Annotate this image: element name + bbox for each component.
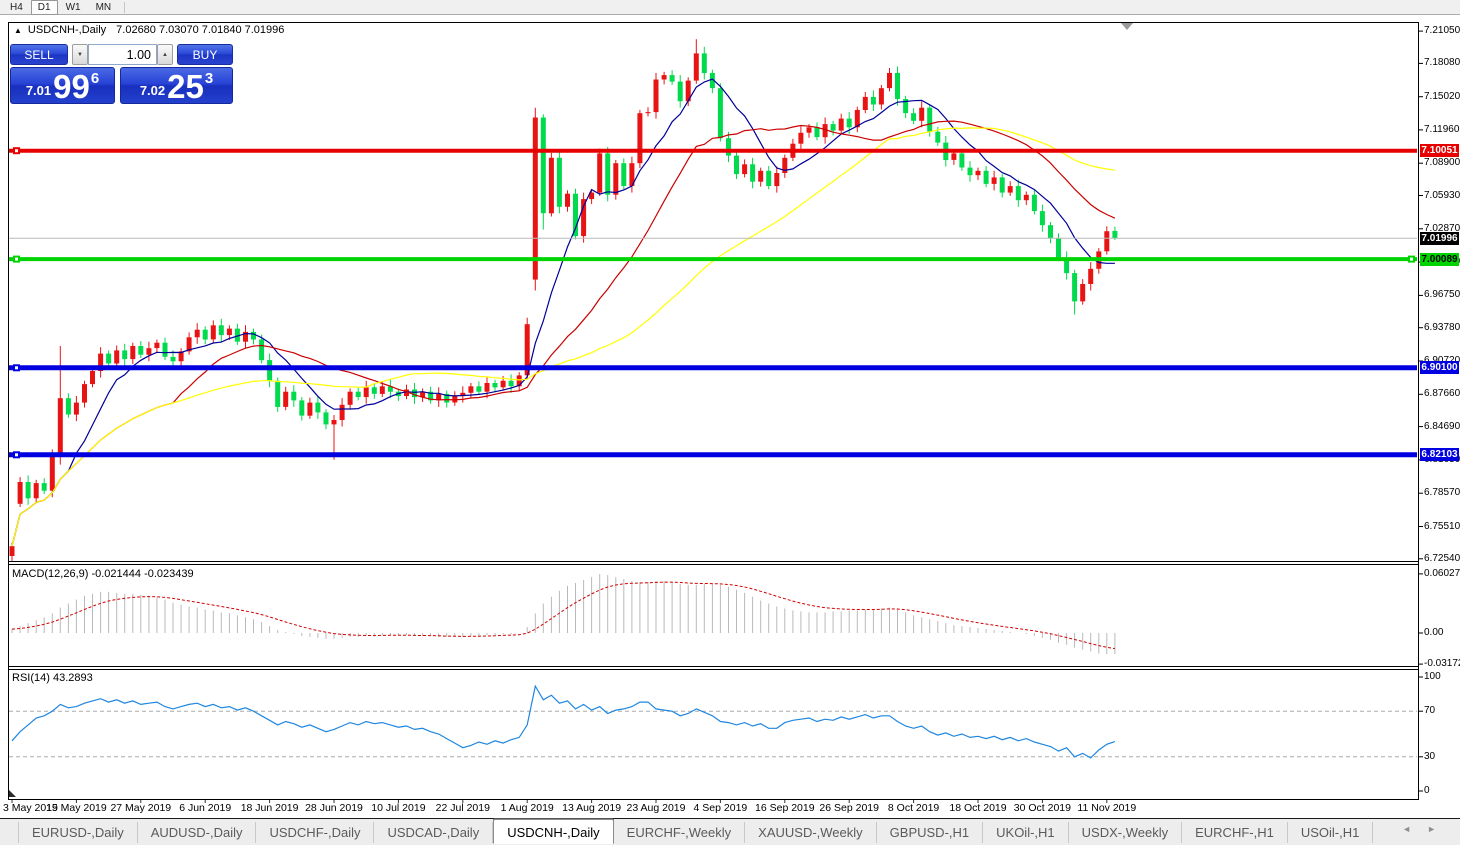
one-click-trading-panel: SELL ▼ 1.00 ▲ BUY 7.01 99 6 7.02 25 3 (10, 44, 233, 104)
sell-price-pips: 99 (53, 72, 90, 102)
date-tick-label: 27 May 2019 (110, 802, 171, 814)
ohlc-values: 7.02680 7.03070 7.01840 7.01996 (116, 24, 284, 36)
macd-tick-label: -0.031723 (1424, 658, 1460, 669)
date-tick-label: 15 May 2019 (46, 802, 107, 814)
buy-price-point: 3 (205, 70, 213, 87)
date-tick-label: 23 Aug 2019 (627, 802, 686, 814)
chart-tab[interactable]: USDCHF-,Daily (256, 822, 374, 843)
buy-price-panel[interactable]: 7.02 25 3 (120, 67, 233, 104)
price-badge: 6.82103 (1420, 448, 1459, 461)
chart-tabs-bar: EURUSD-,DailyAUDUSD-,DailyUSDCHF-,DailyU… (0, 819, 1460, 845)
rsi-indicator-label: RSI(14) 43.2893 (12, 672, 93, 684)
price-badge: 7.00089 (1420, 253, 1459, 266)
price-tick-label: 6.93780 (1424, 322, 1460, 333)
symbol-timeframe-label: USDCNH-,Daily (28, 24, 106, 36)
sell-price-point: 6 (91, 70, 99, 87)
volume-input[interactable]: 1.00 (88, 44, 157, 65)
price-badge: 7.10051 (1420, 144, 1459, 157)
chart-tab[interactable]: GBPUSD-,H1 (877, 822, 983, 843)
price-tick-label: 7.15020 (1424, 91, 1460, 102)
date-tick-label: 28 Jun 2019 (305, 802, 363, 814)
price-tick-label: 7.08900 (1424, 157, 1460, 168)
chart-tab[interactable]: UKOil-,H1 (983, 822, 1069, 843)
chart-frame (8, 22, 1419, 800)
date-tick-label: 18 Oct 2019 (949, 802, 1006, 814)
rsi-tick-label: 30 (1424, 751, 1435, 762)
buy-price-pips: 25 (167, 72, 204, 102)
date-tick-label: 16 Sep 2019 (755, 802, 815, 814)
date-tick-label: 8 Oct 2019 (888, 802, 939, 814)
price-tick-label: 6.96750 (1424, 289, 1460, 300)
date-tick-label: 30 Oct 2019 (1014, 802, 1071, 814)
chart-tab[interactable]: USDCNH-,Daily (493, 819, 613, 844)
chart-tab[interactable]: XAUUSD-,Weekly (745, 822, 877, 843)
price-tick-label: 6.72540 (1424, 553, 1460, 564)
date-tick-label: 10 Jul 2019 (371, 802, 425, 814)
tab-scroll-right-icon[interactable]: ► (1427, 824, 1436, 834)
sell-price-panel[interactable]: 7.01 99 6 (10, 67, 115, 104)
price-tick-label: 6.84690 (1424, 421, 1460, 432)
date-tick-label: 6 Jun 2019 (179, 802, 231, 814)
price-badge: 6.90100 (1420, 361, 1459, 374)
date-tick-label: 22 Jul 2019 (436, 802, 490, 814)
chart-tab[interactable]: EURCHF-,Weekly (614, 822, 746, 843)
chart-tab[interactable]: USDCAD-,Daily (374, 822, 493, 843)
sell-button[interactable]: SELL (10, 44, 68, 65)
date-tick-label: 11 Nov 2019 (1077, 802, 1136, 814)
chart-title: ▲ USDCNH-,Daily 7.02680 7.03070 7.01840 … (14, 24, 284, 36)
date-tick-label: 26 Sep 2019 (819, 802, 879, 814)
price-tick-label: 6.87660 (1424, 388, 1460, 399)
price-badge: 7.01996 (1420, 232, 1459, 245)
sell-price-prefix: 7.01 (26, 83, 51, 98)
buy-price-prefix: 7.02 (140, 83, 165, 98)
volume-decrease-button[interactable]: ▼ (72, 44, 88, 65)
mt4-window: H4D1W1MN ▲ USDCNH-,Daily 7.02680 7.03070… (0, 0, 1460, 845)
date-tick-label: 13 Aug 2019 (562, 802, 621, 814)
pane-separator[interactable] (8, 561, 1419, 562)
tab-scroll-left-icon[interactable]: ◄ (1402, 824, 1411, 834)
date-tick-label: 18 Jun 2019 (241, 802, 299, 814)
rsi-tick-label: 100 (1424, 671, 1441, 682)
chart-tab[interactable]: EURCHF-,H1 (1182, 822, 1288, 843)
pane-separator[interactable] (8, 666, 1419, 667)
rsi-tick-label: 0 (1424, 785, 1430, 796)
collapse-panel-icon[interactable]: ▲ (14, 26, 22, 35)
price-tick-label: 7.18080 (1424, 57, 1460, 68)
chart-tab[interactable]: USDX-,Weekly (1069, 822, 1182, 843)
price-tick-label: 6.78570 (1424, 487, 1460, 498)
price-tick-label: 7.05930 (1424, 190, 1460, 201)
rsi-tick-label: 70 (1424, 705, 1435, 716)
macd-tick-label: 0.00 (1424, 627, 1443, 638)
chart-tab[interactable]: USOil-,H1 (1288, 822, 1374, 843)
pane-separator (8, 669, 1419, 670)
buy-button[interactable]: BUY (177, 44, 233, 65)
date-tick-label: 1 Aug 2019 (501, 802, 554, 814)
macd-indicator-label: MACD(12,26,9) -0.021444 -0.023439 (12, 568, 194, 580)
chart-tab[interactable]: AUDUSD-,Daily (138, 822, 257, 843)
volume-increase-button[interactable]: ▲ (157, 44, 173, 65)
price-tick-label: 7.21050 (1424, 25, 1460, 36)
price-tick-label: 6.75510 (1424, 521, 1460, 532)
price-tick-label: 7.11960 (1424, 124, 1459, 135)
macd-tick-label: 0.060273 (1424, 568, 1460, 579)
pane-separator (8, 564, 1419, 565)
chart-tab[interactable]: EURUSD-,Daily (18, 822, 138, 843)
date-tick-label: 4 Sep 2019 (694, 802, 748, 814)
tab-scroll-arrows: ◄ ► (1402, 824, 1436, 834)
